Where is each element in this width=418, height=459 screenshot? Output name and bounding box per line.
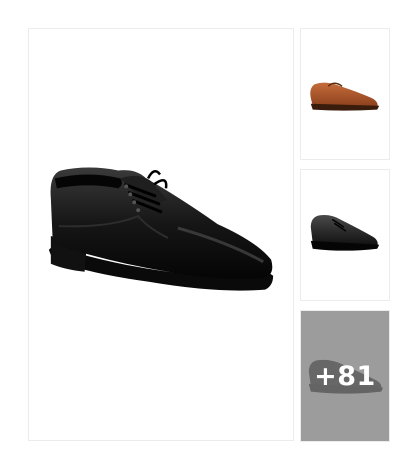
- product-image-gallery: +81: [0, 0, 418, 459]
- more-images-overlay[interactable]: +81: [301, 311, 389, 441]
- black-derby-shoe-icon: [310, 214, 380, 251]
- thumbnail-image-2[interactable]: [300, 169, 390, 301]
- black-formal-shoe-icon: [48, 167, 274, 291]
- tan-shoe-icon: [310, 82, 380, 111]
- main-product-image[interactable]: [28, 28, 294, 441]
- thumbnail-image-1[interactable]: [300, 28, 390, 160]
- more-images-count: +81: [314, 360, 376, 392]
- thumbnail-image-3[interactable]: +81: [300, 310, 390, 442]
